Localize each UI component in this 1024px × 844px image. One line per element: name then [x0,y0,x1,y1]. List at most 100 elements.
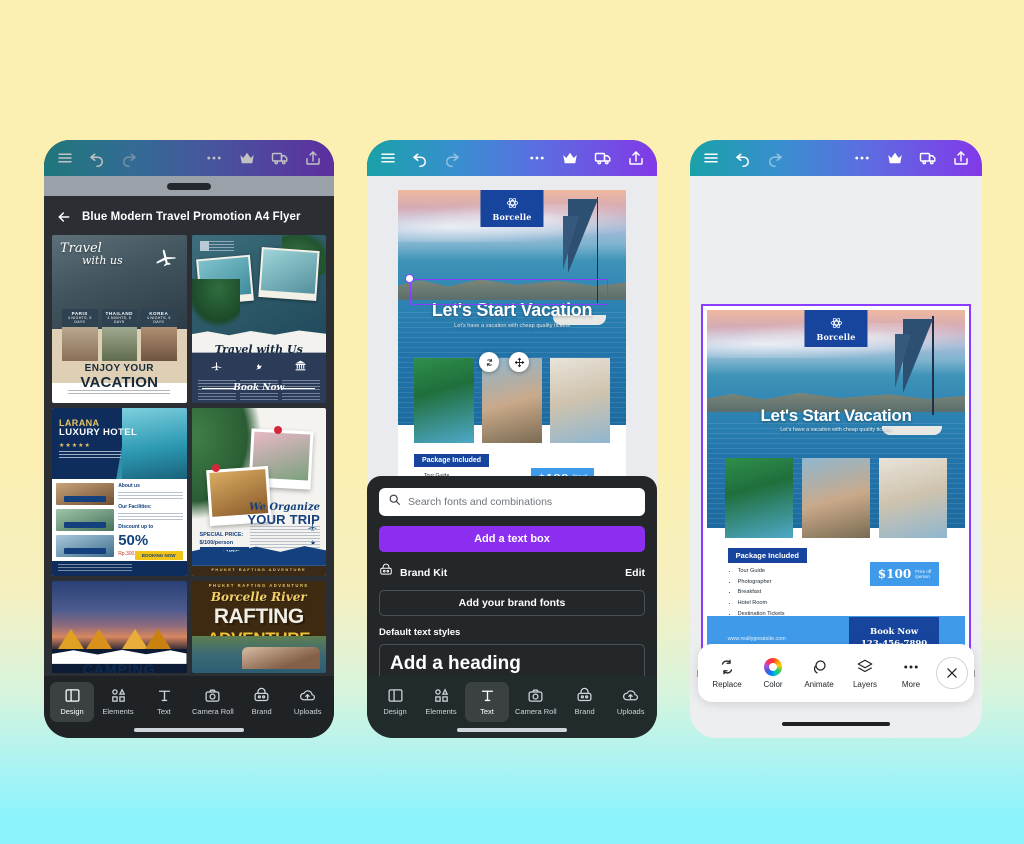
back-arrow-icon[interactable] [56,209,72,225]
share-upload-icon[interactable] [304,149,322,167]
template-card-travel-with-us-vacation[interactable]: Travel with us PARIS 4 NIGHTS, 5 DAYS THA… [52,235,187,403]
add-brand-fonts-button[interactable]: Add your brand fonts [379,590,645,616]
template2-logo [199,241,234,251]
template-card-larana-luxury-hotel[interactable]: LARANA LUXURY HOTEL ★★★★★ About us Our Fa… [52,408,187,576]
crown-icon[interactable] [561,149,579,167]
hamburger-icon[interactable] [56,149,74,167]
nav-item-brand[interactable]: Brand [240,682,284,722]
undo-icon[interactable] [88,149,106,167]
website-text[interactable]: www.reallygreatsite.com [728,636,786,642]
ellipsis-icon [904,665,918,668]
photo-thumbnails[interactable] [413,358,611,443]
template3-about-label: About us [118,482,140,489]
ellipsis-icon[interactable] [853,149,871,167]
drag-handle[interactable] [167,182,211,190]
nav-label: Text [480,707,494,716]
photo-thumbnails[interactable] [725,458,947,538]
selection-handle-topleft[interactable] [405,274,414,283]
nav-item-design[interactable]: Design [50,682,94,722]
hamburger-icon[interactable] [702,149,720,167]
brand-kit-edit-link[interactable]: Edit [625,567,645,579]
flyer-selection-frame[interactable]: Borcelle Let's Start Vacation Let's have… [701,304,971,667]
template-card-rafting-adventure[interactable]: PHUKET RAFTING ADVENTURE Borcelle River … [191,581,326,673]
nav-item-brand[interactable]: Brand [563,682,607,722]
nav-item-uploads[interactable]: Uploads [286,682,330,722]
delivery-truck-icon[interactable] [594,149,612,167]
search-fonts-input[interactable]: Search fonts and combinations [379,488,645,516]
default-text-styles-label: Default text styles [379,627,461,638]
share-upload-icon[interactable] [627,149,645,167]
delivery-truck-icon[interactable] [919,149,937,167]
template-card-polaroid-travel[interactable]: Travel with Us Book Now [191,235,326,403]
text-selection-box[interactable] [410,279,608,305]
ellipsis-icon[interactable] [528,149,546,167]
nav-item-draw[interactable]: Dra [332,682,334,722]
toolbar-replace-button[interactable]: Replace [704,658,750,689]
thumbnail-palm[interactable] [413,358,475,443]
sheet-drag-bar[interactable] [44,176,334,196]
package-item: Breakfast [738,587,785,598]
price-badge[interactable]: $100 Price off /person [869,562,940,586]
delivery-truck-icon[interactable] [271,149,289,167]
template-card-camping[interactable]: CAMPING [52,581,187,673]
phone2-canvas[interactable]: Borcelle Let's Start Vacation Let's have… [367,176,657,676]
undo-icon[interactable] [411,149,429,167]
redo-icon[interactable] [443,149,461,167]
flyer-subline[interactable]: Let's have a vacation with cheap quality… [398,323,626,329]
add-a-heading-style[interactable]: Add a heading [379,644,645,676]
phone3-canvas[interactable]: Borcelle Let's Start Vacation Let's have… [690,176,982,738]
thumbnail-person-beach[interactable] [801,458,871,538]
template1-headline2: VACATION [80,373,159,391]
toolbar-more-button[interactable]: More [888,658,934,689]
flyer-document-wrapper: Borcelle Let's Start Vacation Let's have… [697,304,975,677]
flyer-subline[interactable]: Let's have a vacation with cheap quality… [707,427,965,433]
nav-item-camera-roll[interactable]: Camera Roll [511,682,561,722]
brand-badge[interactable]: Borcelle [804,310,868,347]
brand-badge[interactable]: Borcelle [480,190,544,227]
nav-item-elements[interactable]: Elements [96,682,140,722]
ellipsis-icon[interactable] [205,149,223,167]
rotate-handle-icon[interactable] [479,352,499,372]
thumbnail-couple[interactable] [878,458,947,538]
crown-icon[interactable] [238,149,256,167]
phone1-bottom-nav: Design Elements Text Camera Roll Brand U… [44,676,334,738]
package-label[interactable]: Package Included [727,548,807,563]
nav-label: Brand [574,707,595,716]
toolbar-layers-button[interactable]: Layers [842,658,888,689]
move-handle-icon[interactable] [509,352,529,372]
template2-script: Travel with Us [214,342,303,356]
search-icon [388,493,401,511]
brand-kit-icon [379,563,393,582]
flyer-headline[interactable]: Let's Start Vacation [707,406,965,426]
nav-item-draw[interactable]: Dra [655,682,657,722]
redo-icon[interactable] [766,149,784,167]
toolbar-animate-button[interactable]: Animate [796,658,842,689]
share-upload-icon[interactable] [952,149,970,167]
toolbar-close-button[interactable] [936,657,968,689]
nav-item-camera-roll[interactable]: Camera Roll [188,682,238,722]
crown-icon[interactable] [886,149,904,167]
redo-icon[interactable] [120,149,138,167]
toolbar-color-button[interactable]: Color [750,657,796,689]
object-toolbar: Replace Color Animate Layers More [698,644,974,702]
flyer-document[interactable]: Borcelle Let's Start Vacation Let's have… [707,310,965,661]
animate-icon [813,659,826,674]
package-item: Hotel Room [738,598,785,609]
package-label[interactable]: Package Included [413,454,490,467]
nav-item-text[interactable]: Text [142,682,186,722]
nav-item-design[interactable]: Design [373,682,417,722]
nav-item-uploads[interactable]: Uploads [609,682,653,722]
layers-icon [857,659,873,672]
hamburger-icon[interactable] [379,149,397,167]
phone-image-selected: Borcelle Let's Start Vacation Let's have… [690,140,982,738]
add-text-box-button[interactable]: Add a text box [379,526,645,552]
thumbnail-couple[interactable] [549,358,611,443]
nav-item-elements[interactable]: Elements [419,682,463,722]
page-title: Blue Modern Travel Promotion A4 Flyer [82,211,301,223]
thumbnail-palm[interactable] [725,458,794,538]
undo-icon[interactable] [734,149,752,167]
template-card-we-organize-your-trip[interactable]: We Organize YOUR TRIP SPECIAL PRICE: $/1… [191,408,326,576]
phone1-top-bar [44,140,334,176]
nav-item-text[interactable]: Text [465,682,509,722]
home-indicator [457,728,567,732]
